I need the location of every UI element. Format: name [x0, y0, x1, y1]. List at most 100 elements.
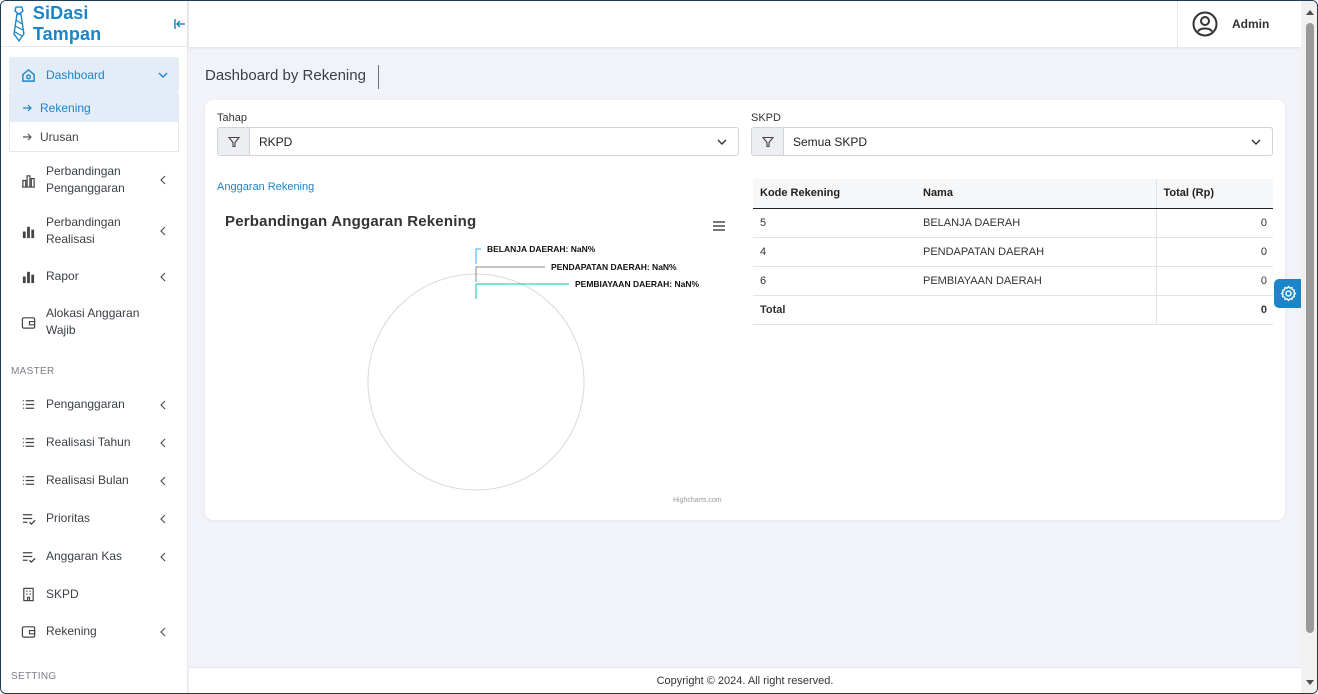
list-icon — [22, 438, 35, 447]
sidebar-item-label: Perbandingan Realisasi — [46, 215, 121, 246]
pie-data-label: BELANJA DAERAH: NaN% — [487, 244, 596, 254]
cell-kode: 6 — [753, 266, 916, 296]
footer: Copyright © 2024. All right reserved. — [189, 667, 1301, 693]
table-row: 4 PENDAPATAN DAERAH 0 — [753, 237, 1273, 267]
sidebar-item-label: Dashboard — [46, 68, 105, 82]
brand[interactable]: SiDasi Tampan — [1, 1, 187, 47]
sidebar-item-label: Perbandingan Penganggaran — [46, 164, 125, 195]
sidebar-item-label: Penganggaran — [46, 397, 125, 411]
list-icon — [22, 476, 35, 485]
collapse-sidebar-icon[interactable] — [173, 17, 187, 31]
cell-total: 0 — [1155, 208, 1273, 238]
sidebar-item-prioritas[interactable]: Prioritas — [1, 510, 187, 527]
sidebar-subitem-label: Urusan — [40, 129, 79, 144]
wallet-icon — [21, 626, 36, 638]
app-window: SiDasi Tampan Dashboard Rekening Urusan … — [0, 0, 1318, 694]
home-icon — [22, 68, 35, 82]
filter-icon-box — [752, 128, 784, 155]
filter-icon — [227, 136, 240, 147]
sidebar-item-perbandingan-penganggaran[interactable]: Perbandingan Penganggaran — [1, 163, 187, 197]
chevron-left-icon — [160, 514, 166, 523]
sidebar-subitem-rekening[interactable]: Rekening — [10, 93, 178, 122]
cell-nama: BELANJA DAERAH — [916, 208, 1156, 238]
rekening-table: Kode Rekening Nama Total (Rp) 5 BELANJA … — [753, 179, 1273, 325]
sidebar-subitem-label: Rekening — [40, 100, 91, 115]
user-avatar-icon — [1192, 11, 1218, 37]
chart-credits[interactable]: Highcharts.com — [673, 497, 722, 504]
chevron-down-icon — [158, 72, 168, 78]
user-menu[interactable]: Admin — [1177, 1, 1301, 47]
building-icon — [23, 587, 34, 602]
top-bar: Admin — [189, 1, 1301, 47]
tahap-label: Tahap — [217, 112, 247, 124]
pie-connector — [475, 283, 569, 299]
sidebar-item-realisasi-tahun[interactable]: Realisasi Tahun — [1, 434, 187, 451]
section-label-master: MASTER — [11, 366, 55, 377]
tahap-select[interactable]: RKPD — [217, 127, 739, 156]
sidebar-item-dashboard[interactable]: Dashboard — [9, 57, 179, 93]
tahap-value: RKPD — [259, 134, 293, 149]
scroll-thumb[interactable] — [1306, 23, 1314, 633]
page-scrollbar[interactable] — [1301, 1, 1317, 693]
total-empty-cell — [916, 294, 1156, 325]
chevron-left-icon — [160, 400, 166, 409]
bar-chart-icon — [22, 271, 35, 284]
chart-tab-anggaran-rekening[interactable]: Anggaran Rekening — [217, 181, 314, 193]
sidebar-item-skpd[interactable]: SKPD — [1, 586, 187, 603]
chevron-left-icon — [160, 226, 166, 236]
user-name: Admin — [1232, 17, 1270, 31]
pie-data-label: PENDAPATAN DAERAH: NaN% — [551, 262, 677, 272]
cell-nama: PEMBIAYAAN DAERAH — [916, 266, 1156, 296]
checklist-icon — [22, 514, 36, 526]
sidebar-item-rekening[interactable]: Rekening — [1, 623, 187, 640]
scroll-down-arrow-icon[interactable] — [1306, 680, 1314, 685]
chevron-left-icon — [160, 272, 166, 281]
chevron-left-icon — [160, 476, 166, 485]
sidebar-item-perbandingan-realisasi[interactable]: Perbandingan Realisasi — [1, 214, 187, 248]
sidebar-item-label: Realisasi Tahun — [46, 435, 131, 449]
chevron-left-icon — [160, 438, 166, 447]
brand-name: SiDasi Tampan — [32, 2, 102, 44]
column-header-total[interactable]: Total (Rp) — [1155, 179, 1273, 209]
column-header-kode[interactable]: Kode Rekening — [753, 179, 916, 209]
arrow-right-icon — [23, 133, 32, 140]
sidebar-item-alokasi-anggaran-wajib[interactable]: Alokasi Anggaran Wajib — [1, 305, 187, 339]
sidebar-item-rapor[interactable]: Rapor — [1, 268, 187, 285]
dashboard-submenu: Rekening Urusan — [9, 93, 179, 152]
total-label: Total — [753, 294, 916, 325]
sidebar-item-label: Anggaran Kas — [46, 549, 123, 563]
cell-nama: PENDAPATAN DAERAH — [916, 237, 1156, 267]
chevron-left-icon — [160, 627, 166, 636]
sidebar-item-anggaran-kas[interactable]: Anggaran Kas — [1, 548, 187, 565]
table-row: 6 PEMBIAYAAN DAERAH 0 — [753, 266, 1273, 296]
dashboard-card: Tahap RKPD SKPD Semua SKPD Anggaran Reke… — [205, 100, 1285, 520]
skpd-value: Semua SKPD — [793, 134, 868, 149]
filter-icon — [761, 136, 774, 147]
sidebar: SiDasi Tampan Dashboard Rekening Urusan … — [1, 1, 188, 693]
pie-outline — [367, 273, 585, 491]
arrow-right-icon — [23, 104, 32, 111]
chevron-left-icon — [160, 175, 166, 185]
chevron-left-icon — [160, 552, 166, 561]
skpd-label: SKPD — [751, 112, 781, 124]
tie-logo-icon — [13, 5, 25, 42]
cell-total: 0 — [1155, 266, 1273, 296]
sidebar-item-realisasi-bulan[interactable]: Realisasi Bulan — [1, 472, 187, 489]
sidebar-item-label: Alokasi Anggaran Wajib — [46, 306, 140, 337]
sidebar-subitem-urusan[interactable]: Urusan — [10, 122, 178, 151]
sidebar-item-label: SKPD — [46, 587, 79, 601]
settings-button[interactable] — [1274, 279, 1303, 308]
skpd-select[interactable]: Semua SKPD — [751, 127, 1273, 156]
bar-chart-icon — [22, 226, 35, 238]
section-label-setting: SETTING — [11, 671, 57, 682]
scroll-up-arrow-icon[interactable] — [1306, 10, 1314, 15]
column-header-nama[interactable]: Nama — [916, 179, 1156, 209]
wallet-icon — [21, 316, 36, 329]
sidebar-item-label: Prioritas — [46, 511, 91, 525]
chevron-down-icon — [717, 139, 727, 145]
sidebar-item-label: Realisasi Bulan — [46, 473, 129, 487]
total-value: 0 — [1155, 294, 1273, 325]
sidebar-item-penganggaran[interactable]: Penganggaran — [1, 396, 187, 413]
checklist-icon — [22, 552, 36, 564]
pie-data-label: PEMBIAYAAN DAERAH: NaN% — [575, 279, 700, 289]
